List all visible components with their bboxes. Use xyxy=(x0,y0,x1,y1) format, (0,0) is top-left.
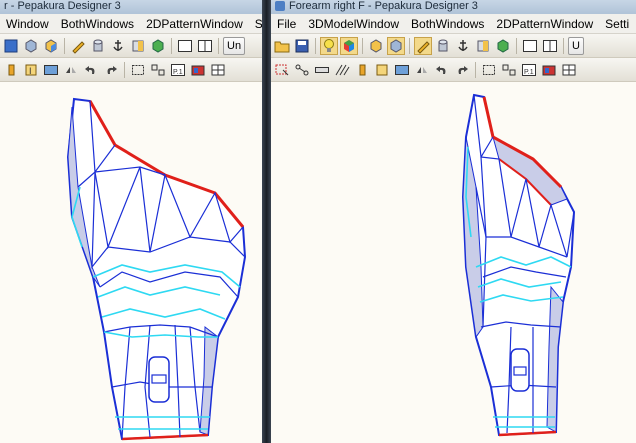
ruler-icon[interactable] xyxy=(313,61,331,79)
svg-text:P.1: P.1 xyxy=(173,69,183,76)
window-title: Forearm right F - Pepakura Designer 3 xyxy=(271,0,636,14)
toolbar-separator xyxy=(64,37,65,54)
cylinder-icon[interactable] xyxy=(89,37,107,55)
menu-settings[interactable]: Setti xyxy=(249,17,262,31)
forearm-3d-model-side xyxy=(461,93,576,437)
toolbar-separator xyxy=(124,61,125,78)
window-title: r - Pepakura Designer 3 xyxy=(0,0,262,14)
select-arrow-icon[interactable] xyxy=(273,61,291,79)
select-area-icon[interactable] xyxy=(129,61,147,79)
toolbar-separator xyxy=(475,61,476,78)
toolbar-top: U xyxy=(271,34,636,58)
grid-icon[interactable] xyxy=(560,61,578,79)
pencil-icon[interactable] xyxy=(414,36,432,55)
cube-green-icon[interactable] xyxy=(494,37,512,55)
select-area-icon[interactable] xyxy=(480,61,498,79)
svg-text:I: I xyxy=(29,66,32,76)
menubar: Window BothWindows 2DPatternWindow Setti xyxy=(0,14,262,34)
cube-solid-icon[interactable] xyxy=(22,37,40,55)
undo-icon[interactable] xyxy=(433,61,451,79)
cube-texture-icon[interactable] xyxy=(367,37,385,55)
left-window: r - Pepakura Designer 3 Window BothWindo… xyxy=(0,0,262,443)
redo-icon[interactable] xyxy=(453,61,471,79)
unfold-button[interactable]: U xyxy=(568,36,584,55)
print-icon[interactable] xyxy=(2,61,20,79)
menu-bothwindows[interactable]: BothWindows xyxy=(55,17,140,31)
toolbar-separator xyxy=(171,37,172,54)
cube-green-icon[interactable] xyxy=(149,37,167,55)
color-cube-icon[interactable] xyxy=(340,36,358,55)
text-icon[interactable] xyxy=(373,61,391,79)
3d-model-view[interactable] xyxy=(0,87,262,443)
pencil-icon[interactable] xyxy=(69,37,87,55)
menu-file[interactable]: File xyxy=(271,17,302,31)
join-icon[interactable] xyxy=(500,61,518,79)
anchor-icon[interactable] xyxy=(454,37,472,55)
cube-view-icon[interactable] xyxy=(387,36,405,55)
3d-model-view[interactable] xyxy=(271,87,636,443)
join-icon[interactable] xyxy=(149,61,167,79)
menu-window[interactable]: Window xyxy=(0,17,55,31)
link-icon[interactable] xyxy=(293,61,311,79)
open-folder-icon[interactable] xyxy=(273,37,291,55)
single-window-icon[interactable] xyxy=(176,37,194,55)
cube-half-icon[interactable] xyxy=(474,37,492,55)
cube-texture-icon[interactable] xyxy=(42,37,60,55)
save-icon[interactable] xyxy=(293,37,311,55)
menu-2dpatternwindow[interactable]: 2DPatternWindow xyxy=(490,17,599,31)
window-divider xyxy=(262,0,271,443)
menu-bothwindows[interactable]: BothWindows xyxy=(405,17,490,31)
toolbar-separator xyxy=(315,37,316,54)
toolbar-separator xyxy=(563,37,564,54)
toolbar-bottom: P.1 xyxy=(271,58,636,82)
redo-icon[interactable] xyxy=(102,61,120,79)
single-window-icon[interactable] xyxy=(521,37,539,55)
forearm-3d-model-front xyxy=(66,97,247,441)
toolbar-bottom: I P.1 xyxy=(0,58,262,82)
cylinder-icon[interactable] xyxy=(434,37,452,55)
layout-icon[interactable] xyxy=(540,61,558,79)
layout-icon[interactable] xyxy=(189,61,207,79)
grid-icon[interactable] xyxy=(209,61,227,79)
svg-text:P.1: P.1 xyxy=(524,69,534,76)
cube-view-icon[interactable] xyxy=(2,37,20,55)
lightbulb-icon[interactable] xyxy=(320,36,338,55)
app-icon xyxy=(275,1,285,12)
flip-icon[interactable] xyxy=(413,61,431,79)
cube-half-icon[interactable] xyxy=(129,37,147,55)
flip-icon[interactable] xyxy=(62,61,80,79)
page-number-icon[interactable]: P.1 xyxy=(520,61,538,79)
undo-icon[interactable] xyxy=(82,61,100,79)
image-icon[interactable] xyxy=(393,61,411,79)
right-window: Forearm right F - Pepakura Designer 3 Fi… xyxy=(271,0,636,443)
text-icon[interactable]: I xyxy=(22,61,40,79)
toolbar-separator xyxy=(516,37,517,54)
hatch-icon[interactable] xyxy=(333,61,351,79)
toolbar-top: Un xyxy=(0,34,262,58)
menu-settings[interactable]: Setti xyxy=(599,17,635,31)
toolbar-separator xyxy=(409,37,410,54)
menu-2dpatternwindow[interactable]: 2DPatternWindow xyxy=(140,17,249,31)
split-window-icon[interactable] xyxy=(196,37,214,55)
toolbar-separator xyxy=(218,37,219,54)
anchor-icon[interactable] xyxy=(109,37,127,55)
unfold-button[interactable]: Un xyxy=(223,36,246,55)
menu-3dmodelwindow[interactable]: 3DModelWindow xyxy=(302,17,405,31)
print-icon[interactable] xyxy=(353,61,371,79)
image-icon[interactable] xyxy=(42,61,60,79)
split-window-icon[interactable] xyxy=(541,37,559,55)
page-number-icon[interactable]: P.1 xyxy=(169,61,187,79)
window-title-text: Forearm right F - Pepakura Designer 3 xyxy=(289,0,478,12)
menubar: File 3DModelWindow BothWindows 2DPattern… xyxy=(271,14,636,34)
toolbar-separator xyxy=(362,37,363,54)
